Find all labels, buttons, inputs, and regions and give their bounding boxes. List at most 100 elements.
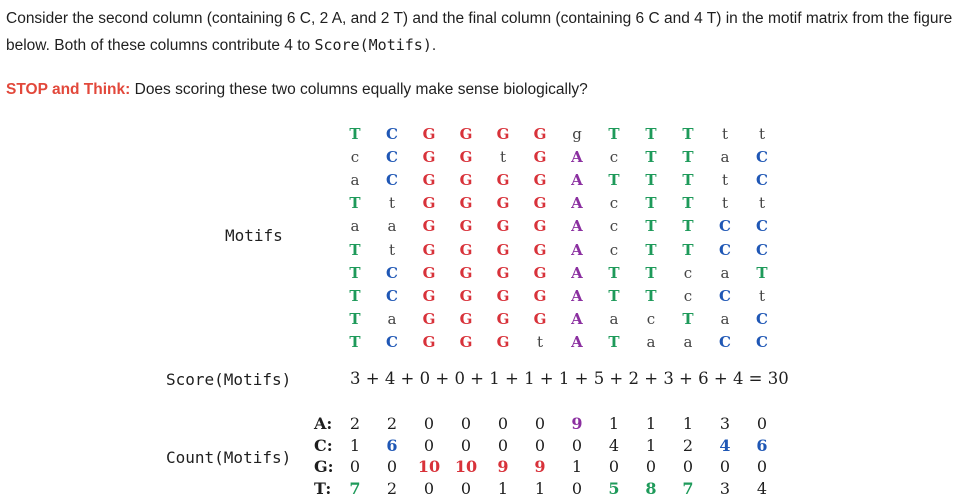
- motif-cell: c: [646, 309, 656, 328]
- motif-cell: G: [422, 240, 436, 259]
- motif-cell: G: [533, 286, 547, 305]
- motif-cell: a: [350, 171, 360, 190]
- motif-cell: T: [645, 286, 657, 305]
- count-cell: 0: [460, 478, 472, 498]
- count-cell: 1: [497, 478, 509, 498]
- motif-cell: G: [459, 332, 473, 351]
- motif-cell: G: [459, 148, 473, 167]
- motif-cell: A: [571, 148, 583, 167]
- motif-cell: G: [459, 240, 473, 259]
- count-nucleotide-label: A:: [314, 414, 333, 433]
- count-cell: 0: [423, 414, 435, 433]
- motif-cell: c: [683, 263, 693, 282]
- motif-cell: C: [756, 217, 768, 236]
- count-cell: 1: [571, 457, 583, 476]
- motif-cell: G: [496, 194, 510, 213]
- motif-cell: G: [496, 240, 510, 259]
- motif-cell: C: [719, 240, 731, 259]
- motif-cell: G: [533, 171, 547, 190]
- count-cell: 10: [417, 457, 441, 476]
- count-cell: 1: [534, 478, 546, 498]
- motif-cell: G: [422, 286, 436, 305]
- motif-cell: A: [571, 332, 583, 351]
- count-cell: 4: [608, 435, 620, 455]
- count-cell: 1: [645, 414, 657, 433]
- motif-cell: C: [386, 286, 398, 305]
- score-expression: 3 + 4 + 0 + 0 + 1 + 1 + 1 + 5 + 2 + 3 + …: [350, 369, 789, 388]
- motif-cell: T: [608, 263, 620, 282]
- motif-cell: A: [571, 194, 583, 213]
- count-cell: 0: [682, 457, 694, 476]
- motif-cell: t: [721, 194, 729, 213]
- motif-cell: T: [349, 263, 361, 282]
- count-nucleotide-label: C:: [314, 435, 333, 455]
- count-cell: 0: [497, 414, 509, 433]
- count-cell: 9: [534, 457, 546, 476]
- motif-cell: a: [387, 309, 397, 328]
- motif-cell: G: [459, 171, 473, 190]
- motif-cell: G: [459, 194, 473, 213]
- count-nucleotide-label: T:: [314, 478, 332, 498]
- motif-cell: G: [533, 309, 547, 328]
- count-cell: 10: [454, 457, 478, 476]
- count-cell: 0: [460, 435, 472, 455]
- intro-text-after: .: [431, 37, 437, 54]
- count-cell: 7: [349, 478, 361, 498]
- motif-cell: C: [386, 332, 398, 351]
- motif-cell: C: [756, 148, 768, 167]
- motif-cell: G: [496, 286, 510, 305]
- motif-cell: G: [422, 148, 436, 167]
- motif-cell: T: [682, 194, 694, 213]
- count-cell: 5: [608, 478, 620, 498]
- count-cell: 0: [534, 435, 546, 455]
- motif-cell: G: [496, 263, 510, 282]
- count-cell: 2: [682, 435, 694, 455]
- motif-cell: c: [609, 217, 619, 236]
- motif-cell: c: [350, 148, 360, 167]
- motif-cell: G: [459, 263, 473, 282]
- count-cell: 1: [682, 414, 694, 433]
- motif-cell: T: [608, 332, 620, 351]
- motif-cell: G: [422, 332, 436, 351]
- count-cell: 8: [645, 478, 657, 498]
- motif-cell: A: [571, 309, 583, 328]
- motif-cell: G: [459, 309, 473, 328]
- motif-cell: G: [496, 217, 510, 236]
- score-code: Score(Motifs): [314, 36, 432, 54]
- intro-text-before: Consider the second column (containing 6…: [6, 10, 953, 54]
- count-cell: 4: [719, 435, 731, 455]
- motif-cell: G: [422, 263, 436, 282]
- motif-cell: T: [645, 240, 657, 259]
- motif-cell: T: [645, 217, 657, 236]
- motif-cell: T: [682, 217, 694, 236]
- count-cell: 0: [386, 457, 398, 476]
- count-cell: 0: [423, 435, 435, 455]
- motif-cell: T: [756, 263, 768, 282]
- score-label: Score(Motifs): [166, 370, 292, 389]
- count-cell: 0: [534, 414, 546, 433]
- motif-cell: T: [645, 148, 657, 167]
- motif-cell: a: [720, 309, 730, 328]
- count-cell: 9: [497, 457, 509, 476]
- stop-label: STOP and Think:: [6, 81, 131, 98]
- count-cell: 0: [349, 457, 361, 476]
- motif-cell: C: [719, 332, 731, 351]
- motif-cell: t: [536, 332, 544, 351]
- count-cell: 0: [423, 478, 435, 498]
- count-cell: 1: [608, 414, 620, 433]
- motif-cell: G: [496, 125, 510, 143]
- motif-cell: A: [571, 263, 583, 282]
- motif-cell: A: [571, 171, 583, 190]
- count-cell: 4: [756, 478, 768, 498]
- motif-cell: G: [533, 263, 547, 282]
- motif-cell: c: [609, 194, 619, 213]
- motif-cell: C: [386, 125, 398, 143]
- motif-cell: T: [349, 286, 361, 305]
- stop-question: Does scoring these two columns equally m…: [130, 81, 588, 98]
- stop-and-think: STOP and Think: Does scoring these two c…: [6, 77, 588, 103]
- motif-cell: a: [720, 148, 730, 167]
- count-cell: 0: [460, 414, 472, 433]
- count-cell: 2: [386, 414, 398, 433]
- motif-cell: A: [571, 217, 583, 236]
- motif-cell: T: [682, 171, 694, 190]
